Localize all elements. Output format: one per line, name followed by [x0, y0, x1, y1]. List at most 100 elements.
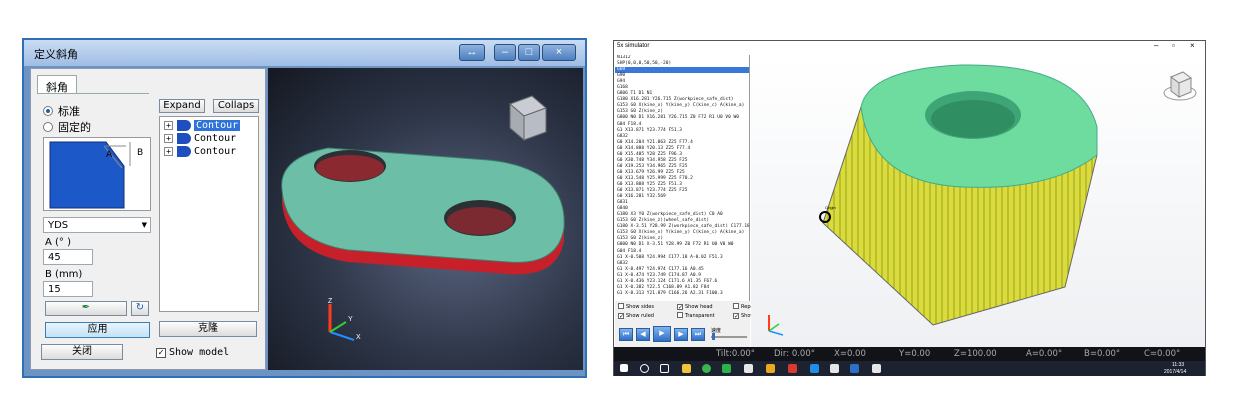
- dir-readout: Dir: 0.00°: [774, 349, 815, 359]
- diagram-label-b: B: [137, 148, 144, 158]
- title-bar: 5x simulator – ▫ ×: [614, 41, 1205, 55]
- b-readout: B=0.00°: [1084, 349, 1121, 359]
- minimize-button[interactable]: –: [494, 44, 516, 61]
- profile-select-value: YDS: [48, 220, 69, 231]
- minimize-button[interactable]: –: [1154, 41, 1158, 50]
- radio-unselected-icon: [43, 122, 53, 132]
- app-icon[interactable]: [766, 364, 775, 373]
- taskbar: 11:33 2017/4/14: [614, 361, 1205, 376]
- close-button[interactable]: 关闭: [41, 344, 123, 360]
- simulator-window: 5x simulator – ▫ × N1312 SHP(0,0,0,50,50,…: [613, 40, 1206, 376]
- app-icon[interactable]: [810, 364, 819, 373]
- z-readout: Z=100.00: [954, 349, 997, 359]
- tree-item[interactable]: + Contour: [164, 119, 254, 132]
- start-icon[interactable]: [620, 364, 628, 372]
- checkbox-checked-icon: ✓: [677, 304, 684, 311]
- length-b-input[interactable]: 15: [43, 281, 93, 297]
- show-head-label: Show head: [685, 304, 713, 310]
- radio-standard[interactable]: 标准: [43, 103, 80, 119]
- collapse-button[interactable]: Collaps: [213, 99, 259, 113]
- chamfer-shape-icon: [49, 141, 131, 209]
- pick-tool-button[interactable]: ✒: [45, 301, 127, 316]
- show-sides-checkbox[interactable]: Show sides: [618, 303, 654, 311]
- window-title: 5x simulator: [617, 43, 650, 49]
- tree-item[interactable]: + Contour: [164, 145, 254, 158]
- chevron-down-icon: ▼: [141, 221, 147, 229]
- tab-chamfer[interactable]: 斜角: [37, 75, 77, 94]
- app-icon[interactable]: [830, 364, 839, 373]
- a-readout: A=0.00°: [1026, 349, 1063, 359]
- contour-icon: [177, 145, 191, 157]
- transparent-label: Transparent: [685, 313, 715, 319]
- show-head-checkbox[interactable]: ✓ Show head: [677, 303, 713, 311]
- radio-fixed-label: 固定的: [58, 121, 91, 134]
- fast-forward-button[interactable]: ⏭: [691, 328, 705, 341]
- label-length-b: B (mm): [45, 269, 83, 280]
- chamfer-diagram: A B: [43, 137, 151, 211]
- simulator-taskbar-icon[interactable]: [850, 364, 859, 373]
- step-forward-button[interactable]: ▶: [674, 328, 688, 341]
- maximize-button[interactable]: ▫: [1172, 41, 1175, 50]
- axis-z-label: Z: [328, 298, 333, 305]
- resize-icon[interactable]: ↔: [459, 44, 485, 61]
- app-icon[interactable]: [744, 364, 753, 373]
- 3d-viewport[interactable]: Origin: [751, 55, 1205, 347]
- refresh-icon: ↻: [135, 302, 145, 313]
- checkbox-icon: [618, 303, 624, 309]
- 3d-viewport[interactable]: Z Y X: [268, 68, 583, 370]
- angle-a-input[interactable]: 45: [43, 249, 93, 265]
- radio-fixed[interactable]: 固定的: [43, 119, 91, 135]
- window-title: 定义斜角: [34, 48, 78, 61]
- nc-code-list[interactable]: N1312 SHP(0,0,0,50,50,-20) G69 G90 G94 G168 G8…: [615, 55, 750, 301]
- apply-button[interactable]: 应用: [45, 322, 150, 338]
- maximize-button[interactable]: □: [518, 44, 540, 61]
- clone-button[interactable]: 克隆: [159, 321, 257, 337]
- close-window-button[interactable]: ×: [542, 44, 576, 61]
- search-icon[interactable]: [640, 364, 649, 373]
- cone-model: [819, 64, 1098, 326]
- code-line[interactable]: G800 N0 D1 X16.281 Y26.715 Z0 F72 R1 U0 …: [615, 115, 749, 121]
- tree-item-label: Contour: [194, 146, 237, 157]
- view-cube-icon[interactable]: [496, 94, 556, 154]
- eyedropper-icon: ✒: [81, 302, 91, 313]
- title-bar: 定义斜角 ↔ – □ ×: [24, 40, 585, 66]
- chat-icon[interactable]: [722, 364, 731, 373]
- folder-icon[interactable]: [682, 364, 691, 373]
- app-icon[interactable]: [872, 364, 881, 373]
- expand-button[interactable]: Expand: [159, 99, 205, 113]
- profile-select[interactable]: YDS ▼: [43, 217, 151, 233]
- show-sides-label: Show sides: [626, 304, 654, 310]
- speed-slider[interactable]: [711, 336, 747, 338]
- task-view-icon[interactable]: [660, 364, 669, 373]
- transparent-checkbox[interactable]: Transparent: [677, 312, 715, 320]
- clock-time: 11:33: [1172, 362, 1185, 368]
- status-bar: Tilt:0.00° Dir: 0.00° X=0.00 Y=0.00 Z=10…: [614, 347, 1205, 361]
- settings-panel: 斜角 标准 固定的 A B YDS ▼ A (° ) 45 B (mm) 15 …: [30, 68, 266, 370]
- browser-icon[interactable]: [702, 364, 711, 373]
- tree-item[interactable]: + Contour: [164, 132, 254, 145]
- checkbox-checked-icon: ✓: [733, 313, 740, 320]
- rewind-button[interactable]: ⏮: [619, 328, 633, 341]
- show-model-checkbox[interactable]: ✓ Show model: [156, 347, 229, 358]
- y-readout: Y=0.00: [899, 349, 931, 359]
- origin-label: Origin: [825, 205, 836, 210]
- view-cube-icon[interactable]: [1161, 67, 1199, 105]
- show-ruled-checkbox[interactable]: ✓ Show ruled: [618, 312, 654, 320]
- expand-icon: +: [164, 120, 173, 130]
- app-icon[interactable]: [788, 364, 797, 373]
- show-ruled-label: Show ruled: [626, 313, 654, 319]
- checkbox-icon: [677, 312, 683, 318]
- speed-slider-handle[interactable]: [712, 333, 715, 340]
- refresh-button[interactable]: ↻: [131, 301, 149, 316]
- x-readout: X=0.00: [834, 349, 866, 359]
- tilt-readout: Tilt:0.00°: [716, 349, 756, 359]
- step-back-button[interactable]: ◀: [636, 328, 650, 341]
- chamfer-window: 定义斜角 ↔ – □ × 斜角 标准 固定的 A B YDS ▼ A (° ) …: [22, 38, 587, 378]
- close-window-button[interactable]: ×: [1190, 41, 1195, 50]
- code-line[interactable]: G1 X-0.313 Y21.879 C166.26 A2.31 F100.3: [615, 291, 749, 297]
- code-line[interactable]: G800 N0 D1 X-3.51 Y28.99 Z0 F72 R1 U0 V0…: [615, 242, 749, 248]
- label-angle-a: A (° ): [45, 237, 72, 248]
- radio-standard-label: 标准: [58, 105, 80, 118]
- contour-icon: [177, 119, 191, 131]
- play-button[interactable]: ▶: [653, 326, 671, 342]
